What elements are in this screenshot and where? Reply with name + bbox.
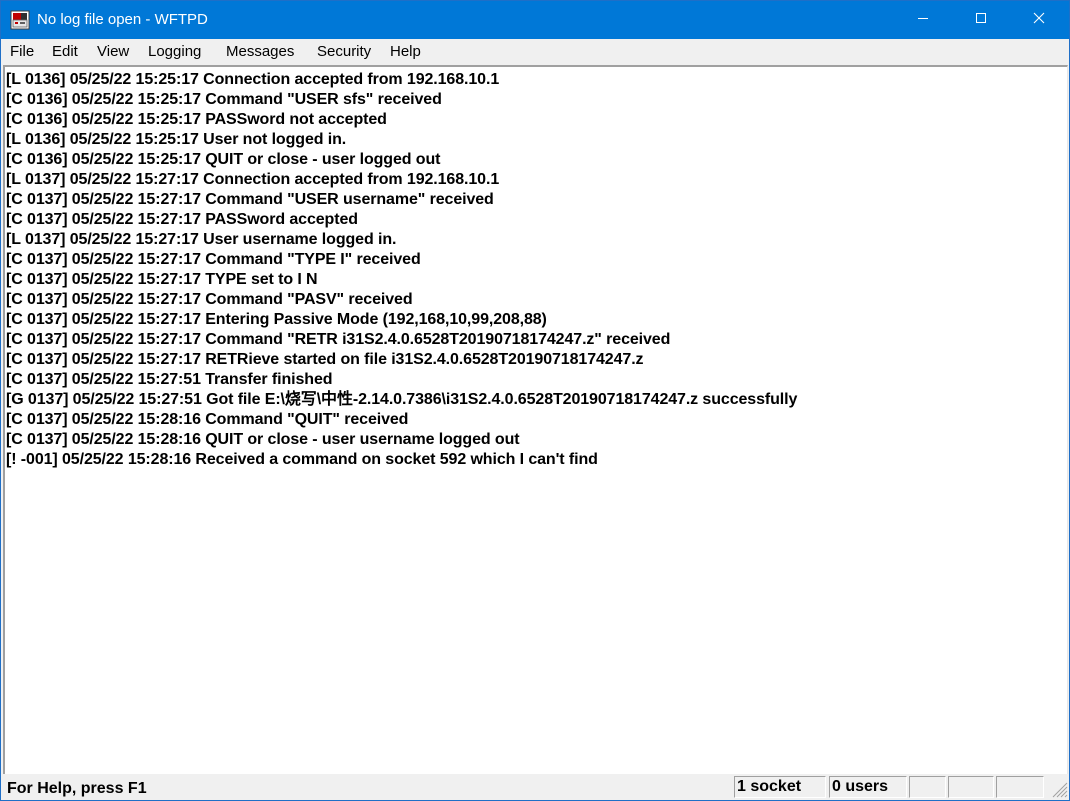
menu-help[interactable]: Help bbox=[390, 42, 421, 62]
menu-security[interactable]: Security bbox=[317, 42, 371, 62]
status-pane-empty bbox=[996, 776, 1044, 798]
log-line: [C 0137] 05/25/22 15:27:17 Entering Pass… bbox=[6, 311, 547, 328]
log-line: [C 0136] 05/25/22 15:25:17 PASSword not … bbox=[6, 111, 387, 128]
log-line: [C 0137] 05/25/22 15:27:51 Transfer fini… bbox=[6, 371, 333, 388]
log-line: [L 0137] 05/25/22 15:27:17 Connection ac… bbox=[6, 171, 500, 188]
log-line: [C 0137] 05/25/22 15:27:17 RETRieve star… bbox=[6, 351, 644, 368]
status-user-count: 0 users bbox=[829, 776, 907, 798]
log-lines: [L 0136] 05/25/22 15:25:17 Connection ac… bbox=[6, 70, 797, 470]
minimize-button[interactable] bbox=[894, 1, 952, 39]
menu-messages[interactable]: Messages bbox=[226, 42, 294, 62]
close-button[interactable] bbox=[1010, 1, 1068, 39]
wftpd-app-icon[interactable] bbox=[10, 10, 30, 30]
log-line: [C 0136] 05/25/22 15:25:17 Command "USER… bbox=[6, 91, 442, 108]
log-line: [L 0137] 05/25/22 15:27:17 User username… bbox=[6, 231, 397, 248]
close-icon bbox=[1033, 11, 1045, 29]
maximize-icon bbox=[975, 11, 987, 29]
menu-logging[interactable]: Logging bbox=[148, 42, 201, 62]
log-line: [L 0136] 05/25/22 15:25:17 User not logg… bbox=[6, 131, 347, 148]
status-pane-empty bbox=[909, 776, 946, 798]
window-title: No log file open - WFTPD bbox=[37, 11, 208, 28]
log-line: [G 0137] 05/25/22 15:27:51 Got file E:\烧… bbox=[6, 391, 798, 408]
log-line: [C 0137] 05/25/22 15:27:17 Command "USER… bbox=[6, 191, 494, 208]
status-socket-count: 1 socket bbox=[734, 776, 826, 798]
log-view[interactable]: [L 0136] 05/25/22 15:25:17 Connection ac… bbox=[3, 65, 1068, 775]
menu-bar: File Edit View Logging Messages Security… bbox=[1, 39, 1069, 64]
log-line: [C 0137] 05/25/22 15:27:17 Command "RETR… bbox=[6, 331, 671, 348]
menu-file[interactable]: File bbox=[10, 42, 34, 62]
log-line: [C 0137] 05/25/22 15:27:17 Command "PASV… bbox=[6, 291, 413, 308]
status-pane-empty bbox=[948, 776, 994, 798]
log-line: [C 0137] 05/25/22 15:27:17 Command "TYPE… bbox=[6, 251, 421, 268]
title-bar[interactable]: No log file open - WFTPD bbox=[1, 1, 1069, 39]
log-line: [L 0136] 05/25/22 15:25:17 Connection ac… bbox=[6, 71, 500, 88]
status-bar: For Help, press F1 1 socket 0 users bbox=[1, 774, 1069, 800]
minimize-icon bbox=[917, 11, 929, 29]
size-grip-icon[interactable] bbox=[1048, 778, 1068, 798]
log-line: [C 0137] 05/25/22 15:28:16 QUIT or close… bbox=[6, 431, 520, 448]
wftpd-window: No log file open - WFTPD File Edit View … bbox=[0, 0, 1070, 801]
menu-view[interactable]: View bbox=[97, 42, 129, 62]
log-line: [C 0137] 05/25/22 15:27:17 TYPE set to I… bbox=[6, 271, 318, 288]
menu-edit[interactable]: Edit bbox=[52, 42, 78, 62]
log-line: [! -001] 05/25/22 15:28:16 Received a co… bbox=[6, 451, 598, 468]
log-line: [C 0137] 05/25/22 15:27:17 PASSword acce… bbox=[6, 211, 358, 228]
status-help-text: For Help, press F1 bbox=[7, 780, 147, 797]
maximize-button[interactable] bbox=[952, 1, 1010, 39]
log-line: [C 0137] 05/25/22 15:28:16 Command "QUIT… bbox=[6, 411, 409, 428]
log-line: [C 0136] 05/25/22 15:25:17 QUIT or close… bbox=[6, 151, 441, 168]
